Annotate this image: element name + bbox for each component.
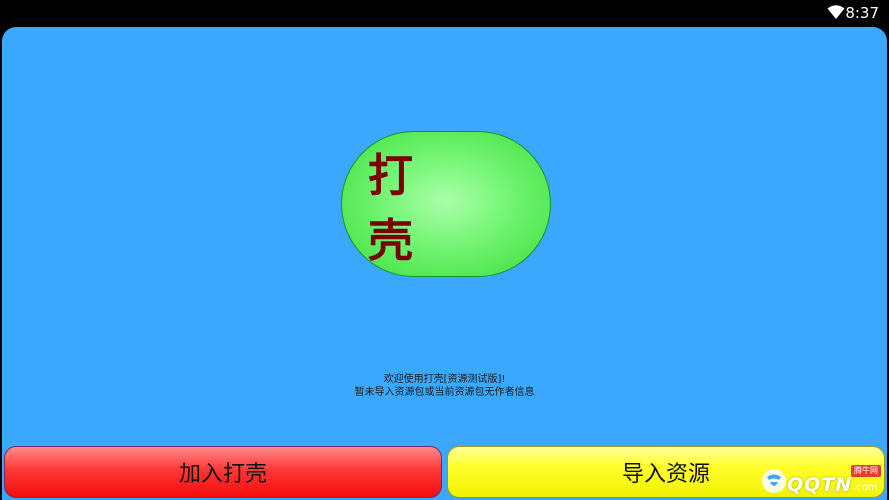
info-text: 欢迎使用打壳[资源测试版]! 暂未导入资源包或当前资源包无作者信息 [2,373,887,399]
watermark: QQTN .com 腾牛网 [757,464,883,498]
resource-status-text: 暂未导入资源包或当前资源包无作者信息 [354,387,535,398]
import-button-label: 导入资源 [621,462,710,487]
watermark-text: QQTN [787,474,853,496]
wifi-icon [827,5,845,19]
welcome-text: 欢迎使用打壳[资源测试版]! [383,374,506,385]
shell-button[interactable]: 打 壳 [341,131,551,277]
join-button[interactable]: 加入打壳 [4,446,442,498]
join-button-label: 加入打壳 [178,462,267,487]
status-bar: 8:37 [0,0,889,26]
status-time: 8:37 [845,4,879,22]
bull-logo-icon [762,469,786,493]
watermark-suffix: .com [853,482,878,493]
app-screen: 打 壳 欢迎使用打壳[资源测试版]! 暂未导入资源包或当前资源包无作者信息 加入… [2,27,887,500]
shell-button-label: 打 壳 [368,149,440,267]
watermark-badge: 腾牛网 [851,465,881,477]
